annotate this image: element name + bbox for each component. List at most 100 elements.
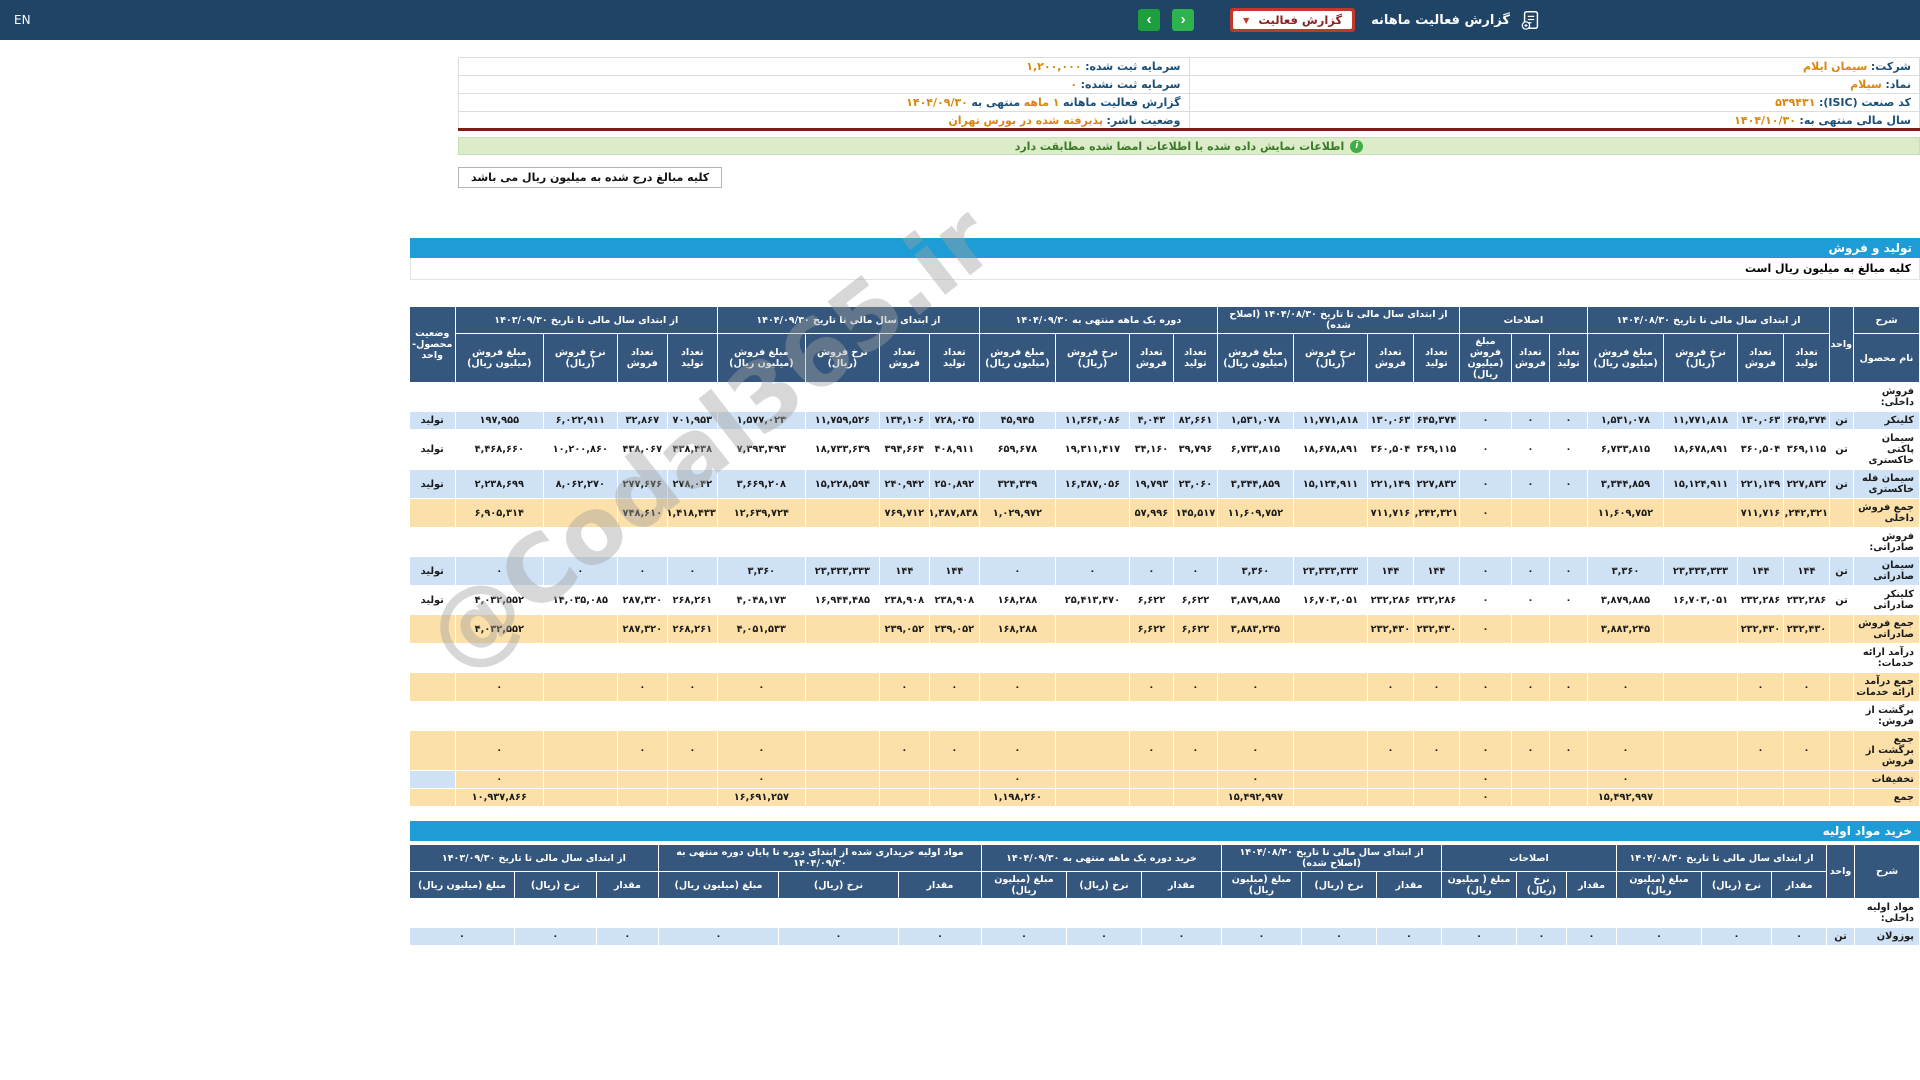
value-cell: ۶۴۵,۳۷۴ — [1412, 411, 1460, 430]
table-row: پوزولان تن ۰ ۰ ۰ ۰ ۰ ۰ ۰ ۰ ۰ ۰ ۰ ۰ ۰ ۰ ۰ ۰ ۰ ۰ — [408, 927, 1920, 946]
company-name-link[interactable]: سیمان ایلام — [1803, 60, 1867, 73]
report-type-dropdown-label: گزارش فعالیت — [1258, 13, 1343, 27]
value-cell: ۱۰,۹۳۷,۸۶۶ — [454, 788, 544, 807]
empty-cell — [1216, 382, 1294, 412]
value-cell: ۳,۳۴۴,۸۵۹ — [1586, 469, 1665, 499]
value-cell: ۵۷,۹۹۶ — [1128, 498, 1174, 528]
value-cell — [1054, 614, 1130, 644]
value-cell: ۳,۳۶۰ — [1216, 556, 1294, 586]
value-cell — [1510, 788, 1550, 807]
value-cell: ۰ — [1737, 672, 1784, 702]
value-cell: ۰ — [1510, 730, 1550, 771]
col-sub-header: تعداد تولید — [928, 333, 980, 383]
empty-cell — [1128, 527, 1174, 557]
value-cell: ۱۴۴ — [928, 556, 980, 586]
unregistered-capital-value: ۰ — [1070, 78, 1078, 91]
col-sub-header: مقدار — [1566, 871, 1617, 899]
value-cell: ۲۸۷,۳۲۰ — [616, 585, 668, 615]
language-toggle-en[interactable]: EN — [14, 13, 31, 27]
value-cell: ۱۵,۴۹۲,۹۹۷ — [1216, 788, 1294, 807]
report-period-date: ۱۴۰۴/۰۹/۳۰ — [906, 96, 968, 109]
page-content: شرکت: سیمان ایلام سرمایه ثبت شده: ۱,۲۰۰,… — [408, 57, 1920, 946]
empty-cell — [1663, 382, 1738, 412]
empty-cell — [1510, 527, 1550, 557]
info-row: کد صنعت (ISIC): ۵۳۹۴۳۱ گزارش فعالیت ماها… — [458, 93, 1920, 112]
value-cell: ۱۴۵,۵۱۷ — [1172, 498, 1218, 528]
empty-cell — [666, 382, 718, 412]
value-cell — [666, 788, 718, 807]
empty-cell — [1054, 643, 1130, 673]
value-cell: ۲۲۷,۸۳۲ — [1783, 469, 1830, 499]
empty-cell — [1829, 527, 1854, 557]
value-cell — [1292, 770, 1368, 789]
value-cell — [1292, 788, 1368, 807]
col-sub-header: نرخ فروش (ریال) — [1054, 333, 1130, 383]
value-cell: ۰ — [513, 927, 597, 946]
value-cell: ۰ — [1548, 556, 1588, 586]
value-cell: ۶۴۵,۳۷۴ — [1783, 411, 1830, 430]
empty-cell — [1216, 643, 1294, 673]
value-cell — [928, 788, 980, 807]
value-cell: ۰ — [616, 730, 668, 771]
production-sales-table-body: فروش داخلی: کلینکر تن ۶۴۵,۳۷۴ ۱۳۰,۰۶۳ ۱۱,۷۷۱,… — [408, 382, 1920, 807]
row-label: سیمان صادراتی — [1853, 556, 1920, 586]
value-cell — [1548, 788, 1588, 807]
symbol-label: نماد: — [1885, 78, 1911, 91]
value-cell: ۶۵۹,۶۷۸ — [978, 429, 1056, 470]
value-cell: ۰ — [1616, 927, 1702, 946]
value-cell: ۰ — [878, 730, 930, 771]
next-report-button[interactable]: › — [1172, 9, 1195, 31]
empty-cell — [1586, 527, 1665, 557]
empty-cell — [1366, 643, 1414, 673]
value-cell: ۱۱,۷۵۹,۵۲۶ — [804, 411, 880, 430]
row-label: جمع فروش صادراتی — [1853, 614, 1920, 644]
empty-cell — [1220, 898, 1302, 928]
prev-report-button[interactable]: ‹ — [1138, 9, 1161, 31]
value-cell: ۰ — [1458, 469, 1512, 499]
value-cell: ۰ — [1375, 927, 1442, 946]
value-cell: ۰ — [1458, 770, 1512, 789]
empty-cell — [454, 643, 544, 673]
col-sub-header: مبلغ فروش (میلیون ریال) — [1586, 333, 1665, 383]
value-cell: ۱۱,۶۰۹,۷۵۲ — [1586, 498, 1665, 528]
empty-cell — [804, 701, 880, 731]
section-subnote: کلیه مبالغ به میلیون ریال است — [410, 258, 1920, 280]
value-cell: ۲۳۲,۴۳۰ — [1783, 614, 1830, 644]
value-cell: ۰ — [1128, 730, 1174, 771]
section-row: درآمد ارائه خدمات: — [408, 643, 1920, 673]
value-cell — [1663, 788, 1738, 807]
value-cell: ۰ — [1510, 469, 1550, 499]
empty-cell — [1566, 898, 1617, 928]
col-sub-header: تعداد تولید — [1412, 333, 1460, 383]
value-cell: ۰ — [1458, 585, 1512, 615]
empty-cell — [878, 382, 930, 412]
empty-cell — [928, 701, 980, 731]
value-cell: ۲۲۱,۱۴۹ — [1737, 469, 1784, 499]
status-cell: تولید — [408, 469, 456, 499]
empty-cell — [616, 527, 668, 557]
symbol-link[interactable]: سیلام — [1850, 78, 1882, 91]
empty-cell — [1516, 898, 1567, 928]
col-sub-header: تعداد فروش — [616, 333, 668, 383]
col-group-header: مواد اولیه خریداری شده از ابتدای دوره تا… — [657, 844, 982, 872]
empty-cell — [1172, 643, 1218, 673]
col-group-header: اصلاحات — [1458, 306, 1588, 334]
empty-cell — [1366, 382, 1414, 412]
empty-cell — [542, 527, 618, 557]
empty-cell — [978, 701, 1056, 731]
col-header-status: وضعیت محصول-واحد — [408, 306, 456, 383]
value-cell — [1366, 788, 1414, 807]
value-cell — [804, 730, 880, 771]
value-cell: ۰ — [928, 672, 980, 702]
empty-cell — [1829, 382, 1854, 412]
empty-cell — [1737, 701, 1784, 731]
empty-cell — [454, 382, 544, 412]
value-cell: ۳۹,۷۹۶ — [1172, 429, 1218, 470]
empty-cell — [1829, 643, 1854, 673]
report-type-dropdown[interactable]: گزارش فعالیت ▼ — [1230, 8, 1356, 32]
value-cell: ۲۳۲,۴۳۰ — [1412, 614, 1460, 644]
value-cell: ۰ — [616, 556, 668, 586]
col-group-header: اصلاحات — [1440, 844, 1618, 872]
empty-cell — [1375, 898, 1442, 928]
section-header-production-sales: تولید و فروش — [410, 238, 1920, 258]
